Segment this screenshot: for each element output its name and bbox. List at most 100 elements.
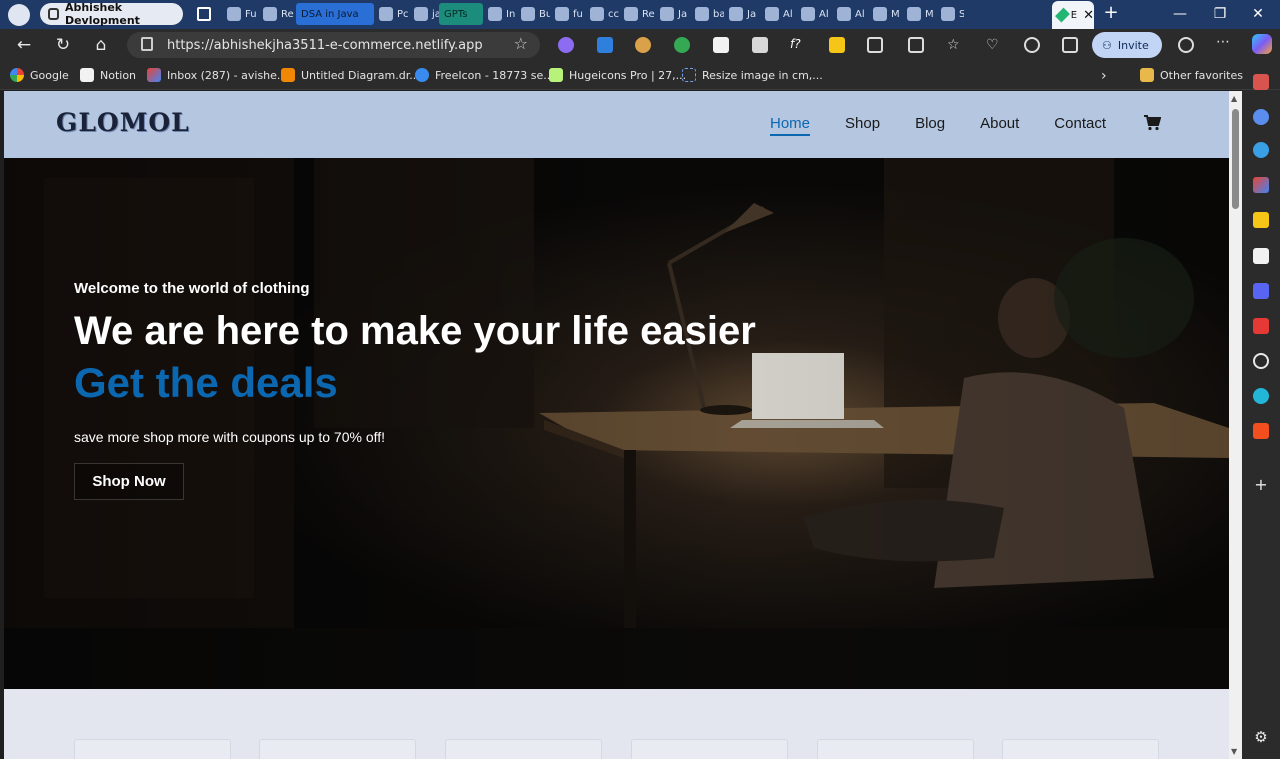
refresh-button[interactable]: ↻ <box>51 33 75 57</box>
discord-icon[interactable] <box>1253 283 1269 299</box>
briefcase-icon[interactable] <box>1253 74 1269 90</box>
browser-tab[interactable]: Al <box>832 3 868 25</box>
invite-label: Invite <box>1117 38 1149 52</box>
bookmark-google[interactable]: Google <box>10 68 69 82</box>
favorite-star-icon[interactable]: ☆ <box>514 34 528 53</box>
font-extension-icon[interactable]: f? <box>790 37 806 53</box>
bookmark-gmail[interactable]: Inbox (287) - avishe... <box>147 68 287 82</box>
extension-icon-3[interactable] <box>635 37 651 53</box>
more-menu-icon[interactable]: ⋯ <box>1216 35 1232 53</box>
extensions-puzzle-icon[interactable] <box>867 37 883 53</box>
drive-icon <box>873 7 887 21</box>
feature-card[interactable] <box>74 739 231 759</box>
favorites-icon[interactable]: ☆ <box>947 37 963 53</box>
bookmark-drawio[interactable]: Untitled Diagram.dr... <box>281 68 420 82</box>
chatgpt-icon[interactable] <box>1253 353 1269 369</box>
extension-icon-1[interactable] <box>558 37 574 53</box>
workspace-profile-pill[interactable]: Abhishek Devlopment <box>40 1 183 27</box>
browser-tab[interactable]: Pc <box>374 3 409 25</box>
notion-sidebar-icon[interactable] <box>1253 248 1269 264</box>
browser-tab[interactable]: Ja <box>655 3 690 25</box>
address-bar[interactable]: https://abhishekjha3511-e-commerce.netli… <box>127 32 540 58</box>
copilot-icon[interactable] <box>1252 34 1272 54</box>
diamond-icon <box>1055 7 1070 23</box>
browser-tab[interactable]: ba <box>690 3 724 25</box>
feature-card[interactable] <box>259 739 416 759</box>
feature-card[interactable] <box>1002 739 1159 759</box>
close-window-button[interactable]: ✕ <box>1236 0 1280 29</box>
browser-tab[interactable]: In <box>483 3 516 25</box>
bookmark-resize[interactable]: Resize image in cm,... <box>682 68 823 82</box>
feature-card[interactable] <box>817 739 974 759</box>
collections-icon[interactable] <box>1062 37 1078 53</box>
cart-icon[interactable] <box>1143 115 1161 131</box>
browser-tab[interactable]: M <box>902 3 936 25</box>
nav-contact[interactable]: Contact <box>1054 115 1106 136</box>
figma-icon[interactable] <box>1253 423 1269 439</box>
browser-tab[interactable]: Re <box>619 3 655 25</box>
browser-tab[interactable]: Al <box>760 3 796 25</box>
notion-extension-icon[interactable] <box>713 37 729 53</box>
nav-blog[interactable]: Blog <box>915 115 945 136</box>
scroll-down-icon[interactable]: ▼ <box>1231 747 1237 756</box>
copilot-sidebar-icon[interactable] <box>1253 109 1269 125</box>
nav-about[interactable]: About <box>980 115 1019 136</box>
add-sidebar-app-icon[interactable]: + <box>1253 477 1269 494</box>
bookmark-freeicon[interactable]: FreeIcon - 18773 se... <box>415 68 554 82</box>
browser-tab[interactable]: M <box>868 3 902 25</box>
browser-tab[interactable]: GPTs <box>439 3 483 25</box>
home-button[interactable]: ⌂ <box>89 33 113 57</box>
nav-home[interactable]: Home <box>770 115 811 136</box>
bookmarks-overflow-chevron-icon[interactable]: › <box>1101 68 1107 84</box>
page-scrollbar[interactable]: ▲ ▼ <box>1229 91 1242 759</box>
browser-tab[interactable]: ja <box>409 3 439 25</box>
browser-tab[interactable]: cc <box>585 3 619 25</box>
feature-cards-section <box>4 689 1229 759</box>
back-button[interactable]: ← <box>12 33 36 57</box>
workspace-icon[interactable] <box>8 4 30 26</box>
close-tab-icon[interactable]: ✕ <box>1083 8 1094 23</box>
browser-tab[interactable]: Ja <box>724 3 760 25</box>
site-logo[interactable]: GLOMOL <box>56 108 190 137</box>
tab-actions-icon[interactable] <box>197 7 211 21</box>
browser-tab[interactable]: Al <box>796 3 832 25</box>
bookmark-notion[interactable]: Notion <box>80 68 136 82</box>
feedback-icon[interactable] <box>1024 37 1040 53</box>
browser-tab[interactable]: Fu <box>222 3 258 25</box>
feature-card[interactable] <box>631 739 788 759</box>
extension-icon-2[interactable] <box>597 37 613 53</box>
nav-shop[interactable]: Shop <box>845 115 880 136</box>
tab-active[interactable]: E ✕ <box>1052 1 1094 29</box>
bookmark-hugeicons[interactable]: Hugeicons Pro | 27,... <box>549 68 686 82</box>
workspaces-icon[interactable] <box>1178 37 1194 53</box>
sidebar-settings-icon[interactable]: ⚙ <box>1253 730 1269 746</box>
other-favorites[interactable]: Other favorites <box>1140 68 1243 82</box>
browser-tab-label: ba <box>713 8 724 20</box>
shop-now-button[interactable]: Shop Now <box>74 463 184 500</box>
telegram-icon[interactable] <box>1253 142 1269 158</box>
new-tab-button[interactable]: + <box>1100 3 1122 25</box>
invite-button[interactable]: ⚇ Invite <box>1092 32 1162 58</box>
extension-icon-6[interactable] <box>752 37 768 53</box>
browser-essentials-icon[interactable]: ♡ <box>986 37 1002 53</box>
extension-icon-4[interactable] <box>674 37 690 53</box>
browser-tab[interactable]: Re <box>258 3 296 25</box>
gmail-sidebar-icon[interactable] <box>1253 177 1269 193</box>
minimize-button[interactable]: — <box>1158 0 1202 29</box>
browser-tab[interactable]: DSA in Java <box>296 3 374 25</box>
extension-icon-8[interactable] <box>829 37 845 53</box>
browser-tab-label: Pc <box>397 8 409 20</box>
scrollbar-thumb[interactable] <box>1232 109 1239 209</box>
feature-card[interactable] <box>445 739 602 759</box>
browser-tab[interactable]: S <box>936 3 964 25</box>
canva-icon[interactable] <box>1253 388 1269 404</box>
document-icon <box>414 7 428 21</box>
hero-subtitle: save more shop more with coupons up to 7… <box>74 429 386 445</box>
keep-icon[interactable] <box>1253 212 1269 228</box>
scroll-up-icon[interactable]: ▲ <box>1231 94 1237 103</box>
browser-tab[interactable]: fu <box>550 3 585 25</box>
browser-tab-label: Re <box>642 8 655 20</box>
browser-tab[interactable]: Bu <box>516 3 550 25</box>
app-icon-red[interactable] <box>1253 318 1269 334</box>
split-screen-icon[interactable] <box>908 37 924 53</box>
